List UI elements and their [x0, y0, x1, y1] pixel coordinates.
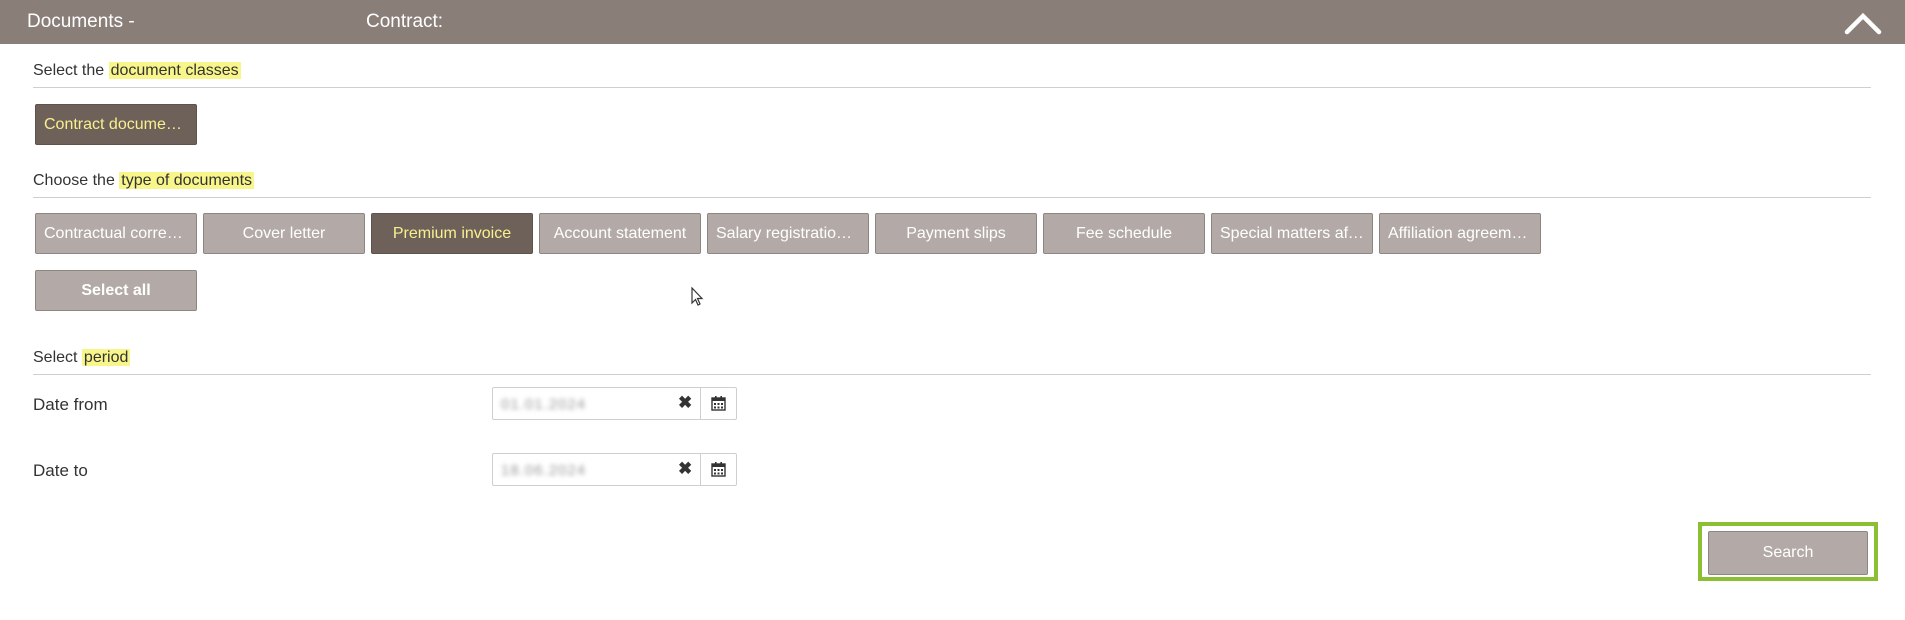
heading-highlight: type of documents [119, 172, 255, 189]
calendar-button[interactable] [700, 454, 737, 485]
clear-icon[interactable]: ✖ [678, 393, 692, 413]
header-bar: Documents - Contract: [0, 0, 1905, 44]
document-classes-heading: Select the document classes [33, 61, 1871, 88]
type-button-fee-schedule[interactable]: Fee schedule [1043, 213, 1205, 254]
type-button-salary-registration[interactable]: Salary registration ... [707, 213, 869, 254]
clear-icon[interactable]: ✖ [678, 459, 692, 479]
document-types-heading: Choose the type of documents [33, 171, 1871, 198]
contract-title: Contract: [366, 11, 444, 32]
search-button-focus-outline: Search [1698, 522, 1878, 581]
type-button-cover-letter[interactable]: Cover letter [203, 213, 365, 254]
date-from-value[interactable]: 01.01.2024 [501, 396, 586, 413]
calendar-icon [711, 396, 726, 411]
mouse-pointer-icon [691, 287, 704, 306]
heading-prefix: Choose the [33, 172, 120, 189]
heading-prefix: Select [33, 349, 82, 366]
type-button-payment-slips[interactable]: Payment slips [875, 213, 1037, 254]
type-button-affiliation-agreement[interactable]: Affiliation agreeme... [1379, 213, 1541, 254]
calendar-icon [711, 462, 726, 477]
heading-highlight: period [81, 349, 131, 366]
date-to-value[interactable]: 18.06.2024 [501, 462, 586, 479]
date-to-label: Date to [33, 461, 88, 480]
select-all-button[interactable]: Select all [35, 270, 197, 311]
heading-prefix: Select the [33, 62, 109, 79]
type-button-special-matters[interactable]: Special matters aff... [1211, 213, 1373, 254]
date-from-label: Date from [33, 395, 108, 414]
type-button-premium-invoice[interactable]: Premium invoice [371, 213, 533, 254]
documents-title: Documents - [27, 11, 135, 32]
date-to-field[interactable]: 18.06.2024 ✖ [492, 453, 737, 486]
search-button[interactable]: Search [1708, 531, 1868, 575]
calendar-button[interactable] [700, 388, 737, 419]
type-button-contractual-correspondence[interactable]: Contractual corres... [35, 213, 197, 254]
date-from-field[interactable]: 01.01.2024 ✖ [492, 387, 737, 420]
chevron-up-icon[interactable] [1843, 8, 1883, 36]
period-heading: Select period [33, 348, 1871, 375]
class-button-contract-documents[interactable]: Contract documen... [35, 104, 197, 145]
heading-highlight: document classes [108, 62, 241, 79]
type-button-account-statement[interactable]: Account statement [539, 213, 701, 254]
